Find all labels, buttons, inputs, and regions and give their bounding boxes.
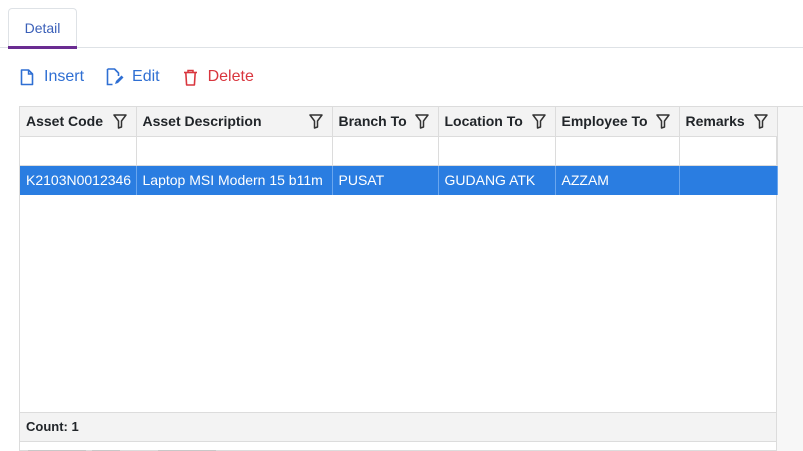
pager <box>20 441 776 451</box>
header-row: Asset Code Asset Description Branch To L… <box>20 107 778 137</box>
insert-label: Insert <box>44 68 85 85</box>
filter-icon[interactable] <box>531 114 546 129</box>
filter-icon[interactable] <box>414 114 429 129</box>
grid-table: Asset Code Asset Description Branch To L… <box>20 107 778 195</box>
column-title: Asset Description <box>142 113 262 129</box>
edit-button[interactable]: Edit <box>106 67 160 87</box>
filter-cell[interactable] <box>555 136 680 166</box>
filter-cell[interactable] <box>332 136 439 166</box>
tab-bar: Detail <box>0 0 803 49</box>
cell-asset-description[interactable]: Laptop MSI Modern 15 b11m <box>136 165 333 195</box>
cell-remarks[interactable] <box>679 165 778 195</box>
cell-asset-code[interactable]: K2103N0012346 <box>20 165 137 195</box>
delete-label: Delete <box>207 68 254 85</box>
edit-icon <box>106 67 124 87</box>
filter-icon[interactable] <box>753 114 768 129</box>
filter-cell[interactable] <box>136 136 333 166</box>
filter-cell[interactable] <box>20 136 137 166</box>
column-header-location-to[interactable]: Location To <box>438 107 556 137</box>
edit-label: Edit <box>132 68 160 85</box>
column-header-employee-to[interactable]: Employee To <box>555 107 680 137</box>
column-header-asset-code[interactable]: Asset Code <box>20 107 137 137</box>
filter-row <box>20 136 778 166</box>
column-title: Branch To <box>338 113 407 129</box>
column-title: Asset Code <box>26 113 104 129</box>
filter-cell[interactable] <box>438 136 556 166</box>
filter-icon[interactable] <box>308 114 323 129</box>
cell-location-to[interactable]: GUDANG ATK <box>438 165 556 195</box>
trash-icon <box>182 67 200 87</box>
tab-detail[interactable]: Detail <box>8 8 77 49</box>
column-title: Location To <box>444 113 523 129</box>
table-row[interactable]: K2103N0012346 Laptop MSI Modern 15 b11m … <box>20 165 778 195</box>
column-title: Remarks <box>685 113 745 129</box>
toolbar: Insert Edit Delete <box>18 62 276 92</box>
cell-branch-to[interactable]: PUSAT <box>332 165 439 195</box>
grid-scroll-area <box>777 106 803 451</box>
cell-employee-to[interactable]: AZZAM <box>555 165 680 195</box>
column-header-branch-to[interactable]: Branch To <box>332 107 439 137</box>
column-title: Employee To <box>561 113 648 129</box>
filter-cell[interactable] <box>679 136 778 166</box>
column-header-remarks[interactable]: Remarks <box>679 107 778 137</box>
file-icon <box>18 67 36 87</box>
filter-icon[interactable] <box>655 114 670 129</box>
delete-button[interactable]: Delete <box>182 67 254 87</box>
filter-icon[interactable] <box>112 114 127 129</box>
data-grid: Asset Code Asset Description Branch To L… <box>19 106 778 451</box>
insert-button[interactable]: Insert <box>18 67 84 87</box>
grid-footer-count: Count: 1 <box>20 412 776 441</box>
column-header-asset-description[interactable]: Asset Description <box>136 107 333 137</box>
